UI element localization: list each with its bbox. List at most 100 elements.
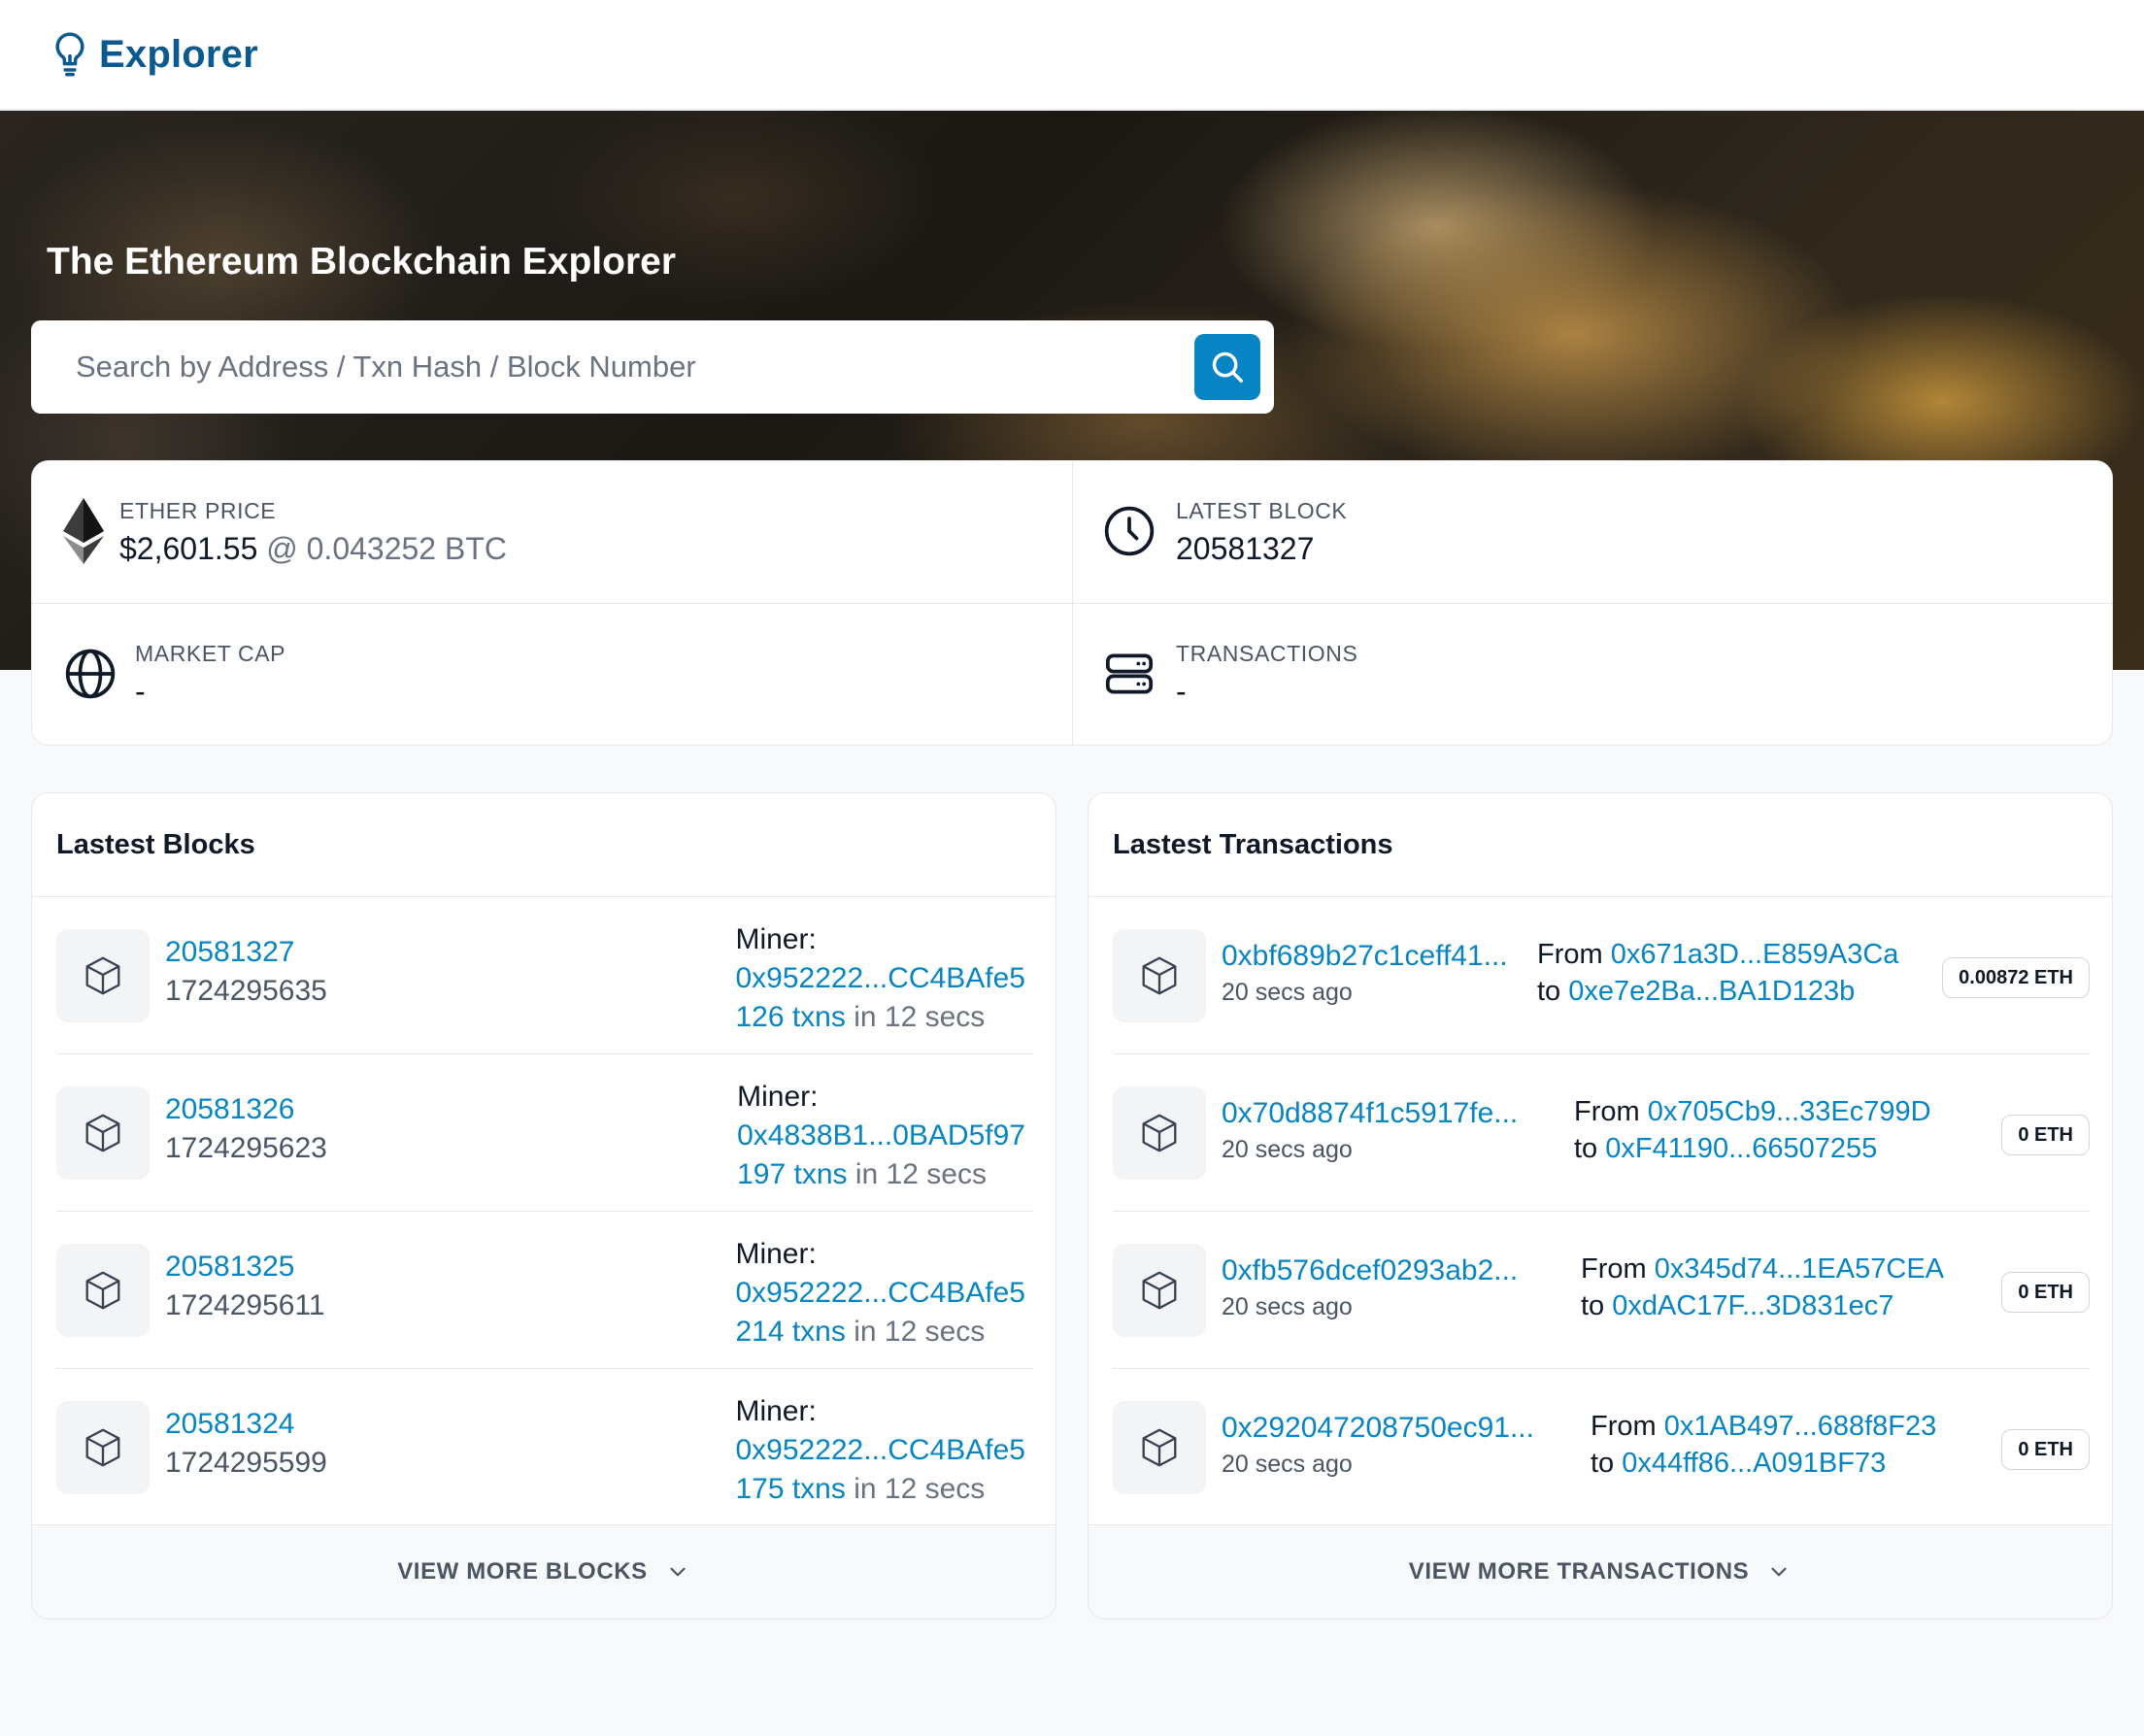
block-number-link[interactable]: 20581324 xyxy=(165,1408,294,1441)
cube-icon xyxy=(1142,1428,1177,1467)
ether-price-label: ETHER PRICE xyxy=(119,498,277,523)
txn-hash-link[interactable]: 0x70d8874f1c5917fe... xyxy=(1222,1097,1518,1130)
search-bar xyxy=(31,320,1274,414)
globe-icon xyxy=(65,649,116,699)
miner-label: Miner: xyxy=(735,923,817,955)
ethereum-icon xyxy=(63,498,104,564)
miner-address-link[interactable]: 0x952222...CC4BAfe5 xyxy=(735,962,1025,994)
block-miner-info: Miner: 0x4838B1...0BAD5f97 197 txns in 1… xyxy=(737,1078,1025,1194)
block-icon-box xyxy=(56,1401,150,1494)
miner-label: Miner: xyxy=(737,1081,819,1113)
txn-icon-box xyxy=(1113,1401,1206,1494)
latest-blocks-panel: Lastest Blocks 20581327 1724295635 Miner… xyxy=(31,792,1056,1619)
from-address-link[interactable]: 0x345d74...1EA57CEA xyxy=(1655,1253,1944,1285)
txn-hash-link[interactable]: 0xfb576dcef0293ab2... xyxy=(1222,1254,1518,1287)
latest-block-label: LATEST BLOCK xyxy=(1176,498,1348,523)
from-label: From xyxy=(1591,1411,1657,1442)
block-time: in 12 secs xyxy=(854,1158,987,1190)
block-number-link[interactable]: 20581326 xyxy=(165,1093,294,1126)
stats-card: ETHER PRICE $2,601.55 @ 0.043252 BTC LAT… xyxy=(31,460,2113,746)
txn-age: 20 secs ago xyxy=(1222,1293,1353,1320)
to-label: to xyxy=(1591,1448,1615,1479)
block-miner-info: Miner: 0x952222...CC4BAfe5 214 txns in 1… xyxy=(735,1235,1025,1352)
latest-transactions-title: Lastest Transactions xyxy=(1089,793,2112,897)
txn-value-badge: 0.00872 ETH xyxy=(1942,957,2090,998)
cube-icon xyxy=(85,1114,120,1152)
to-address-link[interactable]: 0xe7e2Ba...BA1D123b xyxy=(1568,976,1855,1007)
view-more-blocks-button[interactable]: VIEW MORE BLOCKS xyxy=(32,1524,1055,1619)
from-label: From xyxy=(1537,939,1603,970)
server-icon xyxy=(1105,653,1154,694)
txn-parties: From 0x345d74...1EA57CEA to 0xdAC17F...3… xyxy=(1581,1251,1944,1324)
txn-icon-box xyxy=(1113,1244,1206,1337)
to-label: to xyxy=(1537,976,1561,1007)
cube-icon xyxy=(85,1271,120,1310)
block-miner-info: Miner: 0x952222...CC4BAfe5 175 txns in 1… xyxy=(735,1392,1025,1509)
block-txns-link[interactable]: 126 txns xyxy=(735,1001,845,1033)
from-label: From xyxy=(1574,1096,1640,1127)
search-button[interactable] xyxy=(1194,334,1260,400)
to-address-link[interactable]: 0xF41190...66507255 xyxy=(1605,1133,1877,1164)
txn-value-badge: 0 ETH xyxy=(2001,1429,2090,1470)
txn-parties: From 0x1AB497...688f8F23 to 0x44ff86...A… xyxy=(1591,1408,1936,1482)
txn-hash-link[interactable]: 0x292047208750ec91... xyxy=(1222,1412,1534,1445)
block-txns-link[interactable]: 197 txns xyxy=(737,1158,847,1190)
block-number-link[interactable]: 20581327 xyxy=(165,936,294,969)
to-label: to xyxy=(1574,1133,1598,1164)
block-txns-link[interactable]: 214 txns xyxy=(735,1316,845,1348)
market-cap-label: MARKET CAP xyxy=(135,641,286,666)
block-time: in 12 secs xyxy=(854,1473,986,1505)
ether-price-stat: ETHER PRICE $2,601.55 @ 0.043252 BTC xyxy=(32,461,1073,604)
search-icon xyxy=(1212,351,1243,383)
miner-address-link[interactable]: 0x4838B1...0BAD5f97 xyxy=(737,1119,1025,1152)
txn-value-badge: 0 ETH xyxy=(2001,1272,2090,1313)
block-row: 20581324 1724295599 Miner: 0x952222...CC… xyxy=(56,1369,1033,1526)
from-address-link[interactable]: 0x671a3D...E859A3Ca xyxy=(1611,939,1899,970)
block-timestamp: 1724295611 xyxy=(165,1289,325,1321)
lightbulb-icon xyxy=(55,32,84,77)
miner-address-link[interactable]: 0x952222...CC4BAfe5 xyxy=(735,1277,1025,1309)
ether-price-btc: @ 0.043252 BTC xyxy=(266,531,507,566)
block-txns-link[interactable]: 175 txns xyxy=(735,1473,845,1505)
ether-price-value: $2,601.55 @ 0.043252 BTC xyxy=(119,531,507,567)
from-address-link[interactable]: 0x705Cb9...33Ec799D xyxy=(1648,1096,1931,1127)
block-timestamp: 1724295635 xyxy=(165,975,327,1007)
transaction-row: 0x70d8874f1c5917fe... 20 secs ago From 0… xyxy=(1113,1054,2090,1212)
chevron-down-icon xyxy=(1771,1567,1787,1577)
block-row: 20581325 1724295611 Miner: 0x952222...CC… xyxy=(56,1212,1033,1369)
search-input[interactable] xyxy=(76,350,1163,384)
miner-address-link[interactable]: 0x952222...CC4BAfe5 xyxy=(735,1434,1025,1466)
market-cap-stat: MARKET CAP - xyxy=(32,604,1073,745)
to-address-link[interactable]: 0xdAC17F...3D831ec7 xyxy=(1612,1290,1893,1321)
cube-icon xyxy=(1142,1114,1177,1152)
txn-value-badge: 0 ETH xyxy=(2001,1115,2090,1155)
logo-link[interactable]: Explorer xyxy=(50,31,258,78)
txn-hash-link[interactable]: 0xbf689b27c1ceff41... xyxy=(1222,940,1508,973)
view-more-blocks-label: VIEW MORE BLOCKS xyxy=(397,1558,648,1585)
latest-block-value: 20581327 xyxy=(1176,531,1315,566)
to-address-link[interactable]: 0x44ff86...A091BF73 xyxy=(1622,1448,1886,1479)
view-more-transactions-button[interactable]: VIEW MORE TRANSACTIONS xyxy=(1089,1524,2112,1619)
block-timestamp: 1724295623 xyxy=(165,1132,327,1164)
transactions-stat: TRANSACTIONS - xyxy=(1073,604,2112,745)
ether-price-usd: $2,601.55 xyxy=(119,531,258,566)
transaction-row: 0xfb576dcef0293ab2... 20 secs ago From 0… xyxy=(1113,1212,2090,1369)
transactions-value: - xyxy=(1176,674,1187,709)
block-icon-box xyxy=(56,1086,150,1180)
cube-icon xyxy=(85,1428,120,1467)
cube-icon xyxy=(1142,956,1177,995)
cube-icon xyxy=(1142,1271,1177,1310)
block-time: in 12 secs xyxy=(854,1316,986,1348)
block-time: in 12 secs xyxy=(854,1001,986,1033)
txn-age: 20 secs ago xyxy=(1222,1451,1353,1478)
latest-block-stat: LATEST BLOCK 20581327 xyxy=(1073,461,2112,604)
view-more-transactions-label: VIEW MORE TRANSACTIONS xyxy=(1408,1558,1750,1585)
miner-label: Miner: xyxy=(735,1395,817,1427)
txn-parties: From 0x671a3D...E859A3Ca to 0xe7e2Ba...B… xyxy=(1537,936,1898,1010)
block-icon-box xyxy=(56,1244,150,1337)
chevron-down-icon xyxy=(670,1567,686,1577)
transaction-row: 0xbf689b27c1ceff41... 20 secs ago From 0… xyxy=(1113,897,2090,1054)
txn-age: 20 secs ago xyxy=(1222,1136,1353,1163)
block-number-link[interactable]: 20581325 xyxy=(165,1251,294,1284)
from-address-link[interactable]: 0x1AB497...688f8F23 xyxy=(1664,1411,1937,1442)
